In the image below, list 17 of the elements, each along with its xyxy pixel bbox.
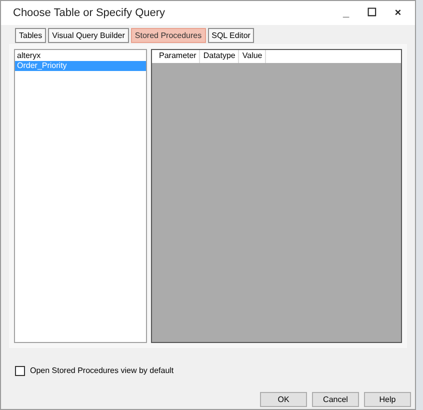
tab[interactable]: Stored Procedures <box>130 28 206 43</box>
window-control-button[interactable]: × <box>385 4 411 22</box>
column-header: Value <box>239 50 266 63</box>
column-header: Parameter <box>156 50 200 63</box>
checkbox[interactable] <box>15 366 25 376</box>
dialog-button[interactable]: Cancel <box>312 392 359 407</box>
checkbox-label: Open Stored Procedures view by default <box>30 365 174 377</box>
window-title: Choose Table or Specify Query <box>13 6 166 21</box>
window-control-button[interactable]: ☐ <box>359 4 385 22</box>
window-control-button[interactable]: _ <box>333 4 359 22</box>
tab[interactable]: SQL Editor <box>208 28 254 43</box>
tab[interactable]: Tables <box>15 28 46 43</box>
column-header: Datatype <box>200 50 240 63</box>
procedure-item[interactable]: alteryx <box>15 51 146 61</box>
tab[interactable]: Visual Query Builder <box>48 28 129 43</box>
dialog-button[interactable]: Help <box>364 392 411 407</box>
dialog-button[interactable]: OK <box>260 392 307 407</box>
